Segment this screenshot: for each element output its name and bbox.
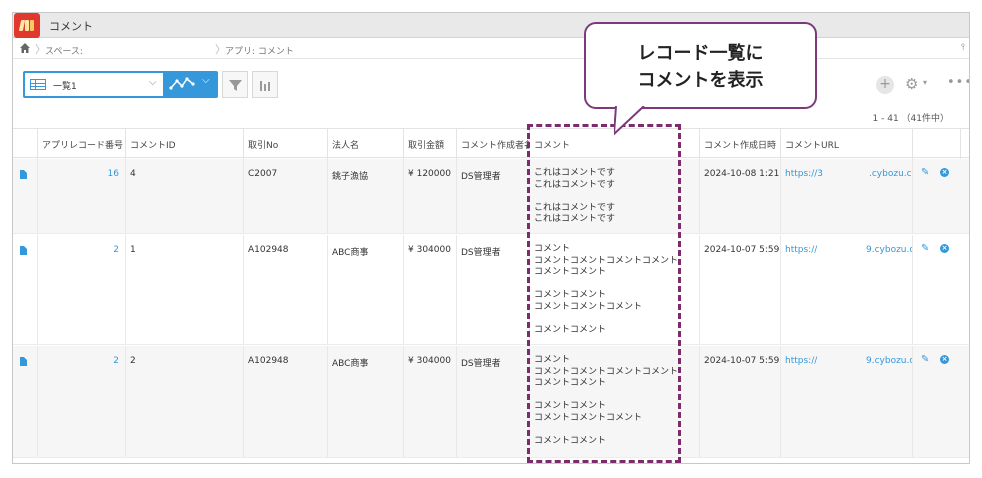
deal-amount: ¥ 304000 <box>404 346 457 457</box>
deal-no: A102948 <box>244 235 328 344</box>
deal-no: C2007 <box>244 159 328 233</box>
comment-text: コメント コメントコメントコメントコメント コメントコメント コメントコメント … <box>530 346 700 457</box>
callout-bubble: レコード一覧に コメントを表示 <box>584 22 817 109</box>
breadcrumb: 〉 スペース: 〉 アプリ: コメント ⫯ <box>13 39 969 59</box>
column-header[interactable]: 取引No <box>244 129 328 159</box>
deal-amount: ¥ 120000 <box>404 159 457 233</box>
record-number[interactable]: 16 <box>38 159 126 233</box>
callout-line-1: レコード一覧に <box>637 43 764 64</box>
view-name: 一覧1 <box>53 82 77 92</box>
pencil-icon[interactable]: ✎ <box>921 167 929 178</box>
pin-icon[interactable]: ⫯ <box>961 43 965 53</box>
column-header[interactable]: 取引金額 <box>404 129 457 159</box>
breadcrumb-app[interactable]: アプリ: コメント <box>225 44 294 57</box>
gear-icon[interactable]: ⚙ <box>905 75 918 93</box>
table-view-icon <box>30 79 46 90</box>
app-window: コメント 〉 スペース: 〉 アプリ: コメント ⫯ 一覧1 ⌵ ⌵ + ⚙ ▾… <box>12 12 970 464</box>
company-name: ABC商事 <box>328 235 404 344</box>
pencil-icon[interactable]: ✎ <box>921 354 929 365</box>
more-options-icon[interactable]: ••• <box>947 75 969 90</box>
add-record-icon[interactable]: + <box>876 76 894 94</box>
view-selector[interactable]: 一覧1 ⌵ ⌵ <box>23 71 218 98</box>
comment-id: 2 <box>126 346 244 457</box>
comment-url[interactable]: https:// 9.cybozu.cc <box>781 235 913 344</box>
comment-url[interactable]: https://3 .cybozu.cc <box>781 159 913 233</box>
graph-chevron-down-icon[interactable]: ⌵ <box>202 75 210 86</box>
company-name: 銚子漁協 <box>328 159 404 233</box>
column-header[interactable]: 法人名 <box>328 129 404 159</box>
comment-id: 1 <box>126 235 244 344</box>
app-books-icon[interactable] <box>14 13 40 38</box>
callout-tail <box>614 106 645 136</box>
delete-icon[interactable]: × <box>940 244 949 253</box>
comment-text: これはコメントです これはコメントです これはコメントです これはコメントです <box>530 159 700 233</box>
table-row[interactable]: 2 2 A102948 ABC商事 ¥ 304000 DS管理者 コメント コメ… <box>13 346 969 458</box>
table-row[interactable] <box>13 459 969 463</box>
app-title: コメント <box>49 20 93 33</box>
comment-url[interactable]: https:// 9.cybozu.cc <box>781 346 913 457</box>
column-header[interactable]: コメントURL <box>781 129 913 159</box>
column-header[interactable]: コメント作成者名 <box>457 129 530 159</box>
record-number[interactable]: 2 <box>38 346 126 457</box>
deal-no: A102948 <box>244 346 328 457</box>
callout-line-2: コメントを表示 <box>637 70 764 91</box>
home-icon[interactable] <box>19 42 31 54</box>
table-row[interactable]: 16 4 C2007 銚子漁協 ¥ 120000 DS管理者 これはコメントです… <box>13 159 969 234</box>
delete-icon[interactable]: × <box>940 355 949 364</box>
pencil-icon[interactable]: ✎ <box>921 243 929 254</box>
company-name: ABC商事 <box>328 346 404 457</box>
column-header[interactable]: コメントID <box>126 129 244 159</box>
comment-created: 2024-10-07 5:59 <box>700 235 781 344</box>
gear-chevron-down-icon[interactable]: ▾ <box>923 78 927 87</box>
chevron-down-icon[interactable]: ⌵ <box>149 77 157 88</box>
comment-author: DS管理者 <box>457 346 530 457</box>
filter-icon <box>229 80 242 91</box>
comment-id: 4 <box>126 159 244 233</box>
table-header: アプリレコード番号 コメントID 取引No 法人名 取引金額 コメント作成者名 … <box>13 128 969 159</box>
comment-author: DS管理者 <box>457 235 530 344</box>
record-number[interactable]: 2 <box>38 235 126 344</box>
record-count: 1 - 41 （41件中） <box>872 114 949 124</box>
comment-author: DS管理者 <box>457 159 530 233</box>
record-detail-icon[interactable] <box>20 170 27 179</box>
breadcrumb-space[interactable]: スペース: <box>45 44 83 57</box>
record-detail-icon[interactable] <box>20 357 27 366</box>
filter-button[interactable] <box>222 71 248 98</box>
graph-view-icon[interactable] <box>169 76 195 92</box>
deal-amount: ¥ 304000 <box>404 235 457 344</box>
column-header[interactable]: アプリレコード番号 <box>38 129 126 159</box>
delete-icon[interactable]: × <box>940 168 949 177</box>
comment-text: コメント コメントコメントコメントコメント コメントコメント コメントコメント … <box>530 235 700 344</box>
comment-created: 2024-10-07 5:59 <box>700 346 781 457</box>
record-detail-icon[interactable] <box>20 246 27 255</box>
column-header[interactable]: コメント作成日時 <box>700 129 781 159</box>
title-bar: コメント <box>13 13 969 38</box>
comment-created: 2024-10-08 1:21 <box>700 159 781 233</box>
graph-button[interactable] <box>252 71 278 98</box>
table-row[interactable]: 2 1 A102948 ABC商事 ¥ 304000 DS管理者 コメント コメ… <box>13 235 969 345</box>
bar-chart-icon <box>260 81 270 91</box>
